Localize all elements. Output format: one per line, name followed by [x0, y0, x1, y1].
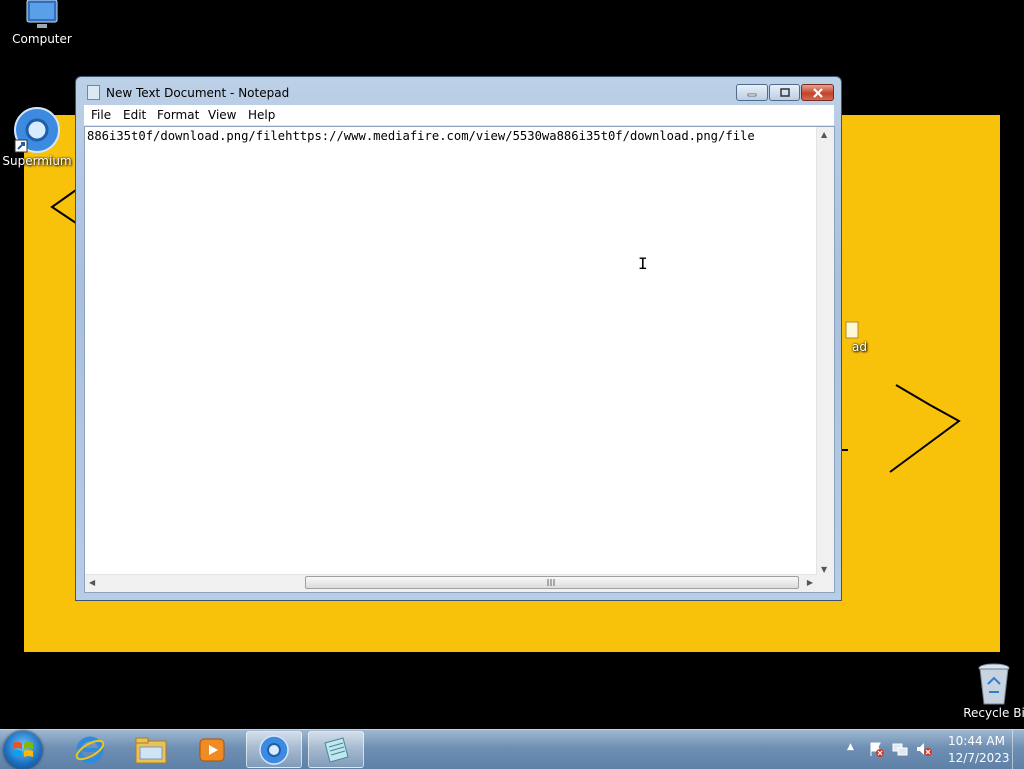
notepad-shortcut-icon: [845, 321, 859, 339]
menu-help[interactable]: Help: [248, 108, 275, 122]
vertical-scrollbar[interactable]: ▲ ▼: [816, 127, 834, 576]
horizontal-scrollbar[interactable]: ◀ ▶: [85, 574, 817, 592]
supermium-icon: [259, 734, 289, 765]
minimize-button[interactable]: [736, 84, 768, 101]
recycle-bin-icon: [978, 663, 1010, 705]
desktop-icon-recycle-bin[interactable]: Recycle Bi: [962, 662, 1024, 720]
clock-time[interactable]: 10:44 AM: [948, 734, 1005, 748]
taskbar-internet-explorer[interactable]: [62, 731, 118, 768]
start-button[interactable]: [4, 731, 42, 769]
text-editor[interactable]: 886i35t0f/download.png/filehttps://www.m…: [84, 126, 835, 593]
desktop-icon-label: Recycle Bi: [963, 706, 1024, 720]
left-arrow-shape: [50, 189, 77, 224]
minimize-icon: [747, 93, 757, 96]
close-button[interactable]: [801, 84, 834, 101]
horizontal-scroll-thumb[interactable]: [305, 576, 799, 589]
action-center-flag-icon[interactable]: [868, 741, 884, 757]
scroll-right-icon[interactable]: ▶: [807, 578, 813, 587]
close-icon: [812, 87, 823, 98]
network-icon[interactable]: [892, 741, 908, 757]
maximize-icon: [779, 88, 790, 97]
notepad-window[interactable]: New Text Document - Notepad File Edit Fo…: [75, 76, 842, 601]
notepad-icon: [87, 85, 100, 100]
menu-edit[interactable]: Edit: [123, 108, 146, 122]
text-cursor-icon: I: [638, 254, 648, 273]
file-explorer-icon: [135, 737, 167, 763]
desktop-icon-label: Supermium: [2, 154, 72, 168]
scroll-left-icon[interactable]: ◀: [89, 578, 95, 587]
show-desktop-button[interactable]: [1012, 730, 1024, 769]
windows-logo-icon: [13, 742, 33, 757]
taskbar-media-player[interactable]: [184, 731, 240, 768]
size-grip[interactable]: [817, 575, 834, 592]
taskbar-notepad[interactable]: [308, 731, 364, 768]
taskbar: ▲ 10:44 AM 12/7/2023: [0, 729, 1024, 769]
scroll-down-icon[interactable]: ▼: [821, 565, 827, 574]
taskbar-supermium[interactable]: [246, 731, 302, 768]
menu-file[interactable]: File: [91, 108, 111, 122]
menu-format[interactable]: Format: [157, 108, 199, 122]
desktop-icon-supermium[interactable]: Supermium: [0, 106, 77, 168]
menu-view[interactable]: View: [208, 108, 236, 122]
computer-icon: [26, 0, 58, 28]
volume-muted-icon[interactable]: [915, 741, 933, 757]
internet-explorer-icon: [75, 736, 105, 763]
desktop-icon-label: Computer: [12, 32, 72, 46]
show-hidden-icons-icon[interactable]: ▲: [847, 742, 854, 752]
browser-icon: [14, 107, 60, 153]
taskbar-file-explorer[interactable]: [123, 731, 179, 768]
scroll-up-icon[interactable]: ▲: [821, 130, 827, 139]
notepad-icon: [324, 736, 349, 763]
clock-date[interactable]: 12/7/2023: [948, 751, 1010, 765]
media-player-icon: [199, 738, 225, 761]
right-arrow-shape: [889, 384, 961, 473]
window-title: New Text Document - Notepad: [106, 86, 290, 100]
desktop-icon-computer[interactable]: Computer: [2, 0, 82, 46]
maximize-button[interactable]: [769, 84, 800, 101]
document-text: 886i35t0f/download.png/filehttps://www.m…: [87, 129, 755, 143]
grip-icon: [547, 579, 555, 586]
title-bar[interactable]: New Text Document - Notepad: [76, 77, 841, 105]
menu-bar: File Edit Format View Help: [84, 105, 834, 126]
